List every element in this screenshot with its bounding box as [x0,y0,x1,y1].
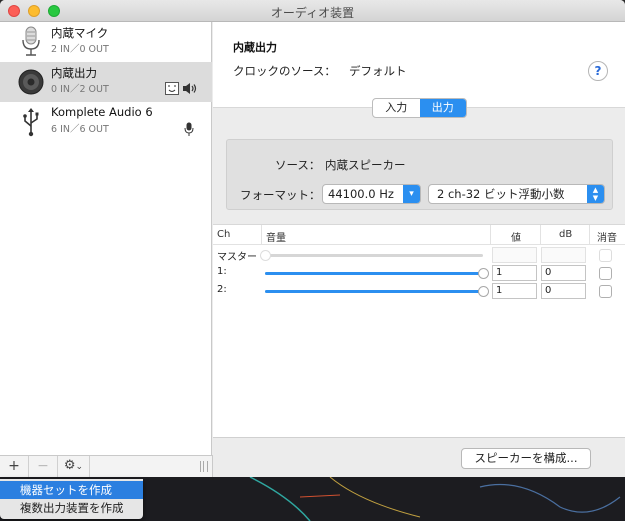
io-tab-control: 入力 出力 [372,98,467,118]
device-title: 内蔵出力 [233,41,277,54]
configure-speakers-button[interactable]: スピーカーを構成... [461,448,591,469]
mute-checkbox[interactable] [599,267,612,280]
volume-slider-knob[interactable] [260,250,271,261]
resize-grip[interactable] [200,461,208,472]
channel-label: マスター [217,252,257,263]
volume-row-ch1: 1: 1 0 [213,264,625,282]
device-io: 0 IN／2 OUT [51,84,109,95]
volume-slider-fill [265,290,483,293]
channel-label: 1: [217,266,227,277]
speaker-badge-icon [183,83,197,94]
volume-table: Ch 音量 値 dB 消音 マスター 1: 1 0 2: 1 0 [213,224,625,437]
volume-table-header: Ch 音量 値 dB 消音 [213,225,625,245]
microphone-icon [22,26,40,56]
audio-devices-window: オーディオ装置 内蔵マイク 2 IN／0 OUT 内蔵出力 0 IN／2 OUT [0,0,625,477]
remove-device-button[interactable]: − [29,456,58,477]
device-item-internal-output[interactable]: 内蔵出力 0 IN／2 OUT [0,62,212,102]
volume-slider[interactable] [265,286,489,297]
col-volume: 音量 [266,233,286,244]
finder-badge-icon [165,82,179,95]
gear-popup-menu: 機器セットを作成 複数出力装置を作成 [0,479,143,519]
volume-row-ch2: 2: 1 0 [213,282,625,300]
clock-source-label: クロックのソース： [233,64,336,78]
add-device-button[interactable]: + [0,456,29,477]
device-io: 2 IN／0 OUT [51,44,109,55]
bottom-bar: スピーカーを構成... [213,437,625,477]
input-mic-badge-icon [184,122,194,136]
chevron-down-icon: ▾ [403,185,420,203]
clock-source-value[interactable]: デフォルト [349,63,407,79]
title-bar: オーディオ装置 [0,0,625,22]
volume-slider-knob[interactable] [478,286,489,297]
device-list: 内蔵マイク 2 IN／0 OUT 内蔵出力 0 IN／2 OUT Komplet… [0,22,212,455]
col-value: 値 [511,233,521,244]
mute-checkbox[interactable] [599,285,612,298]
tab-output[interactable]: 出力 [419,99,466,117]
device-name: 内蔵出力 [51,66,97,80]
format-label: フォーマット： [240,188,321,202]
col-ch: Ch [217,229,231,240]
db-field[interactable]: 0 [541,283,586,299]
volume-row-master: マスター [213,246,625,264]
value-field[interactable]: 1 [492,265,537,281]
col-mute: 消音 [597,233,617,244]
menu-item-create-multi-output[interactable]: 複数出力装置を作成 [0,499,143,517]
col-db: dB [559,229,573,240]
db-field[interactable]: 0 [541,265,586,281]
bit-depth-value: 2 ch-32 ビット浮動小数 [437,187,565,201]
device-detail-header: 内蔵出力 クロックのソース： デフォルト ? [213,22,625,108]
gear-menu-button[interactable]: ⚙⌄ [58,456,90,477]
window-title: オーディオ装置 [270,6,355,20]
sample-rate-value: 44100.0 Hz [328,187,394,201]
channel-label: 2: [217,284,227,295]
gear-icon: ⚙ [63,458,76,473]
device-item-komplete-audio[interactable]: Komplete Audio 6 6 IN／6 OUT [0,102,212,142]
device-name: Komplete Audio 6 [51,105,153,119]
speaker-icon [18,69,44,95]
source-value: 内蔵スピーカー [325,158,406,172]
sample-rate-select[interactable]: 44100.0 Hz ▾ [322,184,421,204]
volume-slider-knob[interactable] [478,268,489,279]
source-label: ソース： [275,158,321,172]
help-button[interactable]: ? [588,61,608,81]
db-field[interactable] [541,247,586,263]
value-field[interactable]: 1 [492,283,537,299]
device-io: 6 IN／6 OUT [51,124,109,135]
bit-depth-select[interactable]: 2 ch-32 ビット浮動小数 ▲ ▼ [428,184,605,204]
chevron-down-icon: ⌄ [75,462,84,472]
device-name: 内蔵マイク [51,26,109,40]
menu-item-create-aggregate[interactable]: 機器セットを作成 [0,481,143,499]
volume-slider[interactable] [265,268,489,279]
usb-icon [23,108,39,137]
volume-slider[interactable] [260,250,483,261]
up-down-chevron-icon: ▲ ▼ [587,185,604,203]
device-list-toolbar: + − ⚙⌄ [0,455,213,477]
device-item-internal-mic[interactable]: 内蔵マイク 2 IN／0 OUT [0,22,212,62]
format-panel: ソース： 内蔵スピーカー フォーマット： 44100.0 Hz ▾ 2 ch-3… [226,139,613,210]
value-field[interactable] [492,247,537,263]
mute-checkbox[interactable] [599,249,612,262]
tab-input[interactable]: 入力 [373,99,420,117]
volume-slider-fill [265,272,483,275]
